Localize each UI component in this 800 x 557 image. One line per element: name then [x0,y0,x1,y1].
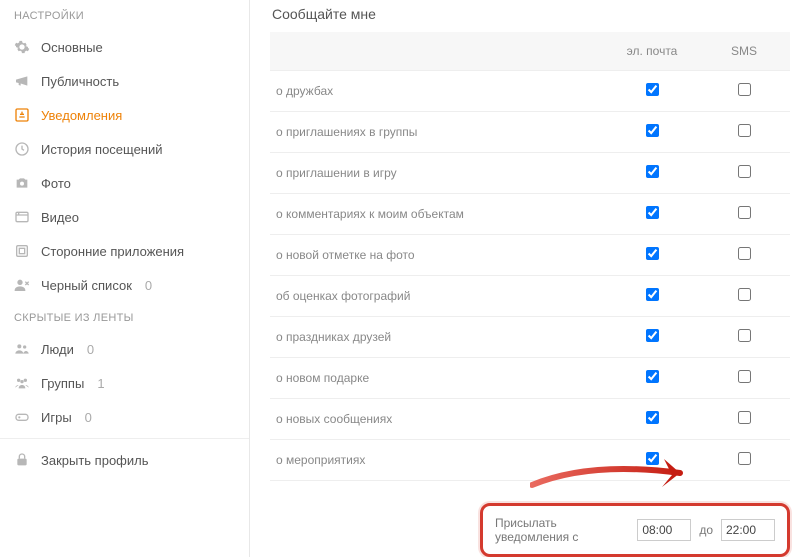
app-icon [14,243,30,259]
checkbox-sms[interactable] [738,370,751,383]
row-label: об оценках фотографий [270,276,606,317]
sidebar-item-count: 0 [85,410,92,425]
checkbox-sms[interactable] [738,329,751,342]
time-prefix: Присылать уведомления с [495,516,629,544]
lock-icon [14,452,30,468]
col-header-sms: SMS [698,32,790,71]
sidebar-item-people[interactable]: Люди 0 [0,332,249,366]
clock-icon [14,141,30,157]
sidebar-item-label: Уведомления [41,108,122,123]
checkbox-email[interactable] [646,124,659,137]
checkbox-sms[interactable] [738,452,751,465]
groups-icon [14,375,30,391]
video-icon [14,209,30,225]
sidebar-item-count: 0 [87,342,94,357]
table-row: о дружбах [270,71,790,112]
table-row: о новых сообщениях [270,399,790,440]
sidebar-item-label: История посещений [41,142,163,157]
sidebar-item-label: Публичность [41,74,119,89]
sidebar-item-label: Закрыть профиль [41,453,149,468]
sidebar-item-label: Сторонние приложения [41,244,184,259]
time-to-input[interactable] [721,519,775,541]
sidebar-header-settings: НАСТРОЙКИ [0,0,249,30]
table-row: о приглашении в игру [270,153,790,194]
table-row: о новом подарке [270,358,790,399]
table-row: о праздниках друзей [270,317,790,358]
row-label: о дружбах [270,71,606,112]
checkbox-email[interactable] [646,452,659,465]
sidebar-item-count: 1 [97,376,104,391]
row-label: о комментариях к моим объектам [270,194,606,235]
row-label: о мероприятиях [270,440,606,481]
checkbox-email[interactable] [646,329,659,342]
sidebar-item-count: 0 [145,278,152,293]
checkbox-sms[interactable] [738,411,751,424]
col-header-email: эл. почта [606,32,698,71]
row-label: о новой отметке на фото [270,235,606,276]
sidebar-item-label: Основные [41,40,103,55]
col-header-blank [270,32,606,71]
checkbox-sms[interactable] [738,124,751,137]
people-icon [14,341,30,357]
row-label: о праздниках друзей [270,317,606,358]
checkbox-email[interactable] [646,206,659,219]
gamepad-icon [14,409,30,425]
checkbox-sms[interactable] [738,247,751,260]
sidebar-item-bell-box[interactable]: Уведомления [0,98,249,132]
row-label: о приглашении в игру [270,153,606,194]
checkbox-sms[interactable] [738,83,751,96]
sidebar-item-label: Фото [41,176,71,191]
checkbox-email[interactable] [646,288,659,301]
sidebar-item-gamepad[interactable]: Игры 0 [0,400,249,434]
row-label: о приглашениях в группы [270,112,606,153]
sidebar-item-label: Видео [41,210,79,225]
sidebar-item-gear[interactable]: Основные [0,30,249,64]
sidebar-item-groups[interactable]: Группы 1 [0,366,249,400]
checkbox-email[interactable] [646,83,659,96]
row-label: о новом подарке [270,358,606,399]
sidebar-separator [0,438,249,439]
sidebar-item-label: Игры [41,410,72,425]
row-label: о новых сообщениях [270,399,606,440]
time-from-input[interactable] [637,519,691,541]
table-row: о новой отметке на фото [270,235,790,276]
checkbox-sms[interactable] [738,165,751,178]
table-row: об оценках фотографий [270,276,790,317]
table-row: о приглашениях в группы [270,112,790,153]
camera-icon [14,175,30,191]
settings-sidebar: НАСТРОЙКИ Основные Публичность Уведомления… [0,0,250,557]
sidebar-item-label: Группы [41,376,84,391]
table-row: о мероприятиях [270,440,790,481]
checkbox-email[interactable] [646,165,659,178]
sidebar-item-clock[interactable]: История посещений [0,132,249,166]
megaphone-icon [14,73,30,89]
user-x-icon [14,277,30,293]
sidebar-header-hidden: СКРЫТЫЕ ИЗ ЛЕНТЫ [0,302,249,332]
notifications-table: эл. почта SMS о дружбахо приглашениях в … [270,32,790,481]
sidebar-item-video[interactable]: Видео [0,200,249,234]
checkbox-email[interactable] [646,370,659,383]
time-range-box: Присылать уведомления с до [480,503,790,557]
checkbox-email[interactable] [646,411,659,424]
main-panel: Сообщайте мне эл. почта SMS о дружбахо п… [250,0,800,557]
sidebar-item-label: Черный список [41,278,132,293]
sidebar-item-app[interactable]: Сторонние приложения [0,234,249,268]
sidebar-item-lock[interactable]: Закрыть профиль [0,443,249,477]
bell-box-icon [14,107,30,123]
table-row: о комментариях к моим объектам [270,194,790,235]
sidebar-item-label: Люди [41,342,74,357]
checkbox-sms[interactable] [738,288,751,301]
checkbox-email[interactable] [646,247,659,260]
sidebar-item-user-x[interactable]: Черный список 0 [0,268,249,302]
checkbox-sms[interactable] [738,206,751,219]
sidebar-item-camera[interactable]: Фото [0,166,249,200]
sidebar-item-megaphone[interactable]: Публичность [0,64,249,98]
gear-icon [14,39,30,55]
section-heading: Сообщайте мне [272,6,790,22]
time-between: до [699,523,713,537]
